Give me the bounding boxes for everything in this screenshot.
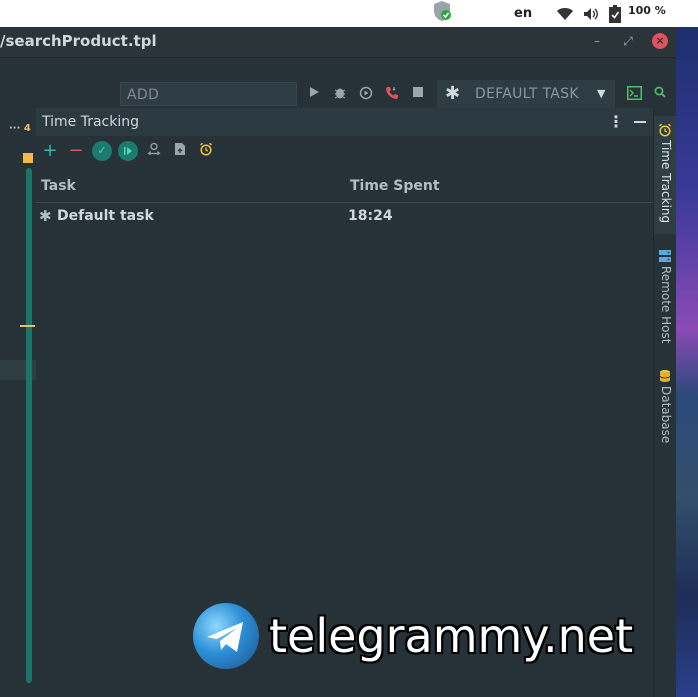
table-row[interactable]: ✱ Default task 18:24 [36, 204, 653, 228]
tab-database[interactable]: Database [654, 366, 677, 446]
tab-remote-host[interactable]: Remote Host [654, 246, 677, 346]
window-titlebar: /searchProduct.tpl – ⤢ [0, 27, 676, 58]
system-tray: en 100 % [0, 0, 698, 27]
column-header-task[interactable]: Task [41, 170, 76, 202]
alarm-icon [658, 122, 672, 141]
minimize-button[interactable]: – [589, 33, 605, 49]
task-selector[interactable]: ✱ DEFAULT TASK ▼ [437, 80, 615, 108]
change-marker [20, 325, 35, 327]
play-icon[interactable] [118, 141, 138, 161]
export-icon[interactable] [170, 141, 190, 161]
window-title: /searchProduct.tpl [0, 32, 157, 50]
wifi-icon[interactable] [556, 0, 574, 27]
column-header-time-spent[interactable]: Time Spent [350, 170, 440, 202]
keyboard-layout[interactable]: en [514, 0, 532, 27]
chevron-down-icon: ▼ [597, 87, 606, 100]
add-icon[interactable]: + [40, 141, 60, 161]
task-star-icon: ✱ [445, 83, 461, 104]
tab-time-tracking[interactable]: Time Tracking [654, 116, 677, 234]
task-name: Default task [57, 208, 154, 224]
task-asterisk-icon: ✱ [39, 207, 52, 225]
shield-check-icon[interactable] [432, 0, 452, 27]
database-icon [659, 368, 671, 387]
battery-level: 100 % [628, 4, 666, 17]
time-spent: 18:24 [348, 208, 393, 224]
volume-icon[interactable] [583, 0, 599, 27]
coverage-icon[interactable] [358, 86, 374, 102]
main-toolbar: ADD CONFIGURATION... ✱ DEFAULT TASK ▼ [0, 58, 676, 127]
search-icon[interactable] [652, 86, 668, 102]
check-icon[interactable]: ✓ [92, 141, 112, 161]
run-icon[interactable] [306, 86, 322, 102]
watermark: telegrammy.net [193, 603, 683, 671]
panel-toolbar: + − ✓ [36, 138, 653, 164]
close-button[interactable]: × [652, 33, 668, 49]
tab-time-tracking-label: Time Tracking [659, 140, 673, 224]
restore-button[interactable]: ⤢ [620, 33, 636, 49]
gutter-dots: ··· 4 [9, 123, 31, 134]
warning-marker[interactable] [23, 153, 33, 163]
panel-header: Time Tracking ⋮ [36, 108, 653, 136]
minimize-panel-icon[interactable] [634, 121, 646, 123]
remove-icon[interactable]: − [66, 141, 86, 161]
tab-remote-host-label: Remote Host [659, 266, 673, 344]
scroll-indicator[interactable] [26, 168, 32, 683]
server-icon [658, 248, 672, 267]
table-header: Task Time Spent [36, 170, 653, 203]
more-options-icon[interactable]: ⋮ [608, 108, 624, 136]
battery-icon[interactable] [609, 0, 621, 27]
task-selector-label: DEFAULT TASK [475, 86, 579, 102]
add-configuration-button[interactable]: ADD CONFIGURATION... [120, 82, 297, 127]
tab-database-label: Database [659, 386, 673, 444]
debug-icon[interactable] [332, 86, 348, 102]
desktop-wallpaper [676, 27, 698, 697]
panel-title: Time Tracking [42, 114, 139, 130]
terminal-icon[interactable] [626, 86, 642, 102]
stop-icon[interactable] [410, 86, 426, 102]
alarm-icon[interactable] [196, 141, 216, 161]
telegram-logo-icon [193, 603, 259, 669]
phone-icon[interactable] [384, 86, 400, 102]
watermark-text: telegrammy.net [269, 609, 634, 663]
user-switch-icon[interactable] [144, 141, 164, 161]
